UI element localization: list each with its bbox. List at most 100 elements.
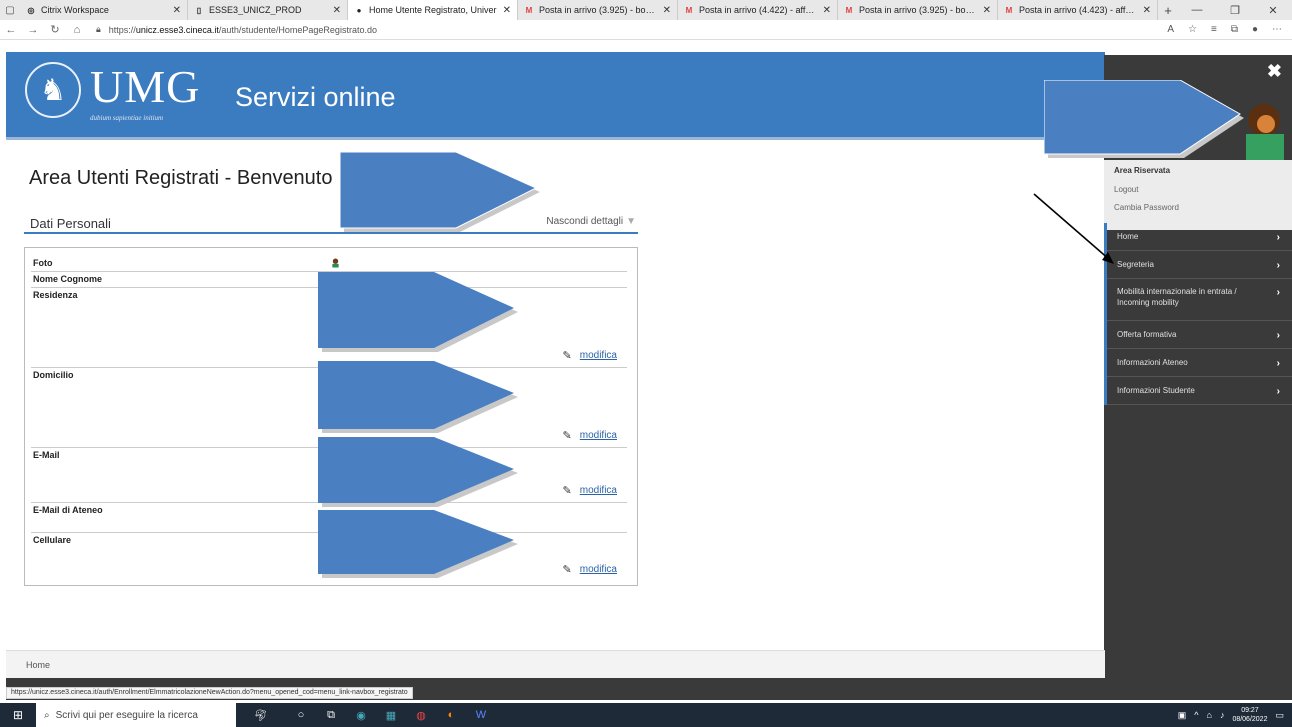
- search-highlight-icon[interactable]: 🐬︎: [236, 709, 286, 722]
- new-tab-icon[interactable]: +: [1158, 0, 1178, 20]
- network-icon[interactable]: ⌂: [1207, 710, 1212, 720]
- close-icon[interactable]: ✕: [663, 5, 671, 16]
- side-menu-list: Home › Segreteria › Mobilità internazional…: [1104, 223, 1292, 405]
- browser-tab[interactable]: M Posta in arrivo (3.925) - borelli ✕: [838, 0, 998, 20]
- toggle-details-button[interactable]: Nascondi dettagli ▼: [546, 216, 636, 227]
- tray-app-icon[interactable]: ▣: [1178, 710, 1187, 721]
- url-field[interactable]: 🔒︎ https://unicz.esse3.cineca.it/auth/st…: [96, 24, 377, 35]
- windows-taskbar: ⊞ ⌕ Scrivi qui per eseguire la ricerca 🐬…: [0, 703, 1292, 727]
- firefox-icon[interactable]: ◐: [436, 709, 466, 721]
- close-window-icon[interactable]: ✕: [1254, 0, 1292, 20]
- browser-tab[interactable]: ▯ ESSE3_UNICZ_PROD ✕: [188, 0, 348, 20]
- more-icon[interactable]: ⋯: [1272, 24, 1282, 35]
- menu-item-home[interactable]: Home ›: [1107, 223, 1292, 251]
- user-avatar-icon[interactable]: [1238, 100, 1292, 160]
- browser-toolbar: A ☆ ≡ ⧉ ● ⋯: [1167, 24, 1292, 35]
- minimize-icon[interactable]: —: [1178, 0, 1216, 20]
- edit-cellulare-link[interactable]: ✎ modifica: [563, 563, 617, 576]
- browser-tab[interactable]: M Posta in arrivo (3.925) - borelli ✕: [518, 0, 678, 20]
- word-icon[interactable]: W: [466, 709, 496, 721]
- chevron-up-icon[interactable]: ^: [1194, 710, 1198, 720]
- menu-item-ateneo[interactable]: Informazioni Ateneo ›: [1107, 349, 1292, 377]
- forward-icon[interactable]: →: [22, 24, 44, 36]
- close-icon[interactable]: ✕: [333, 5, 341, 16]
- change-password-link[interactable]: Cambia Password: [1114, 203, 1179, 212]
- citrix-icon: ◎: [27, 5, 35, 15]
- restore-icon[interactable]: ❐: [1216, 0, 1254, 20]
- chevron-right-icon: ›: [1276, 358, 1280, 369]
- gmail-icon: M: [525, 5, 533, 15]
- tab-title: Posta in arrivo (3.925) - borelli: [539, 5, 657, 15]
- browser-tab[interactable]: M Posta in arrivo (4.422) - affarige ✕: [678, 0, 838, 20]
- redaction-arrow: [318, 510, 518, 578]
- volume-icon[interactable]: ♪: [1220, 710, 1225, 720]
- profile-icon[interactable]: ●: [1252, 24, 1258, 35]
- close-icon[interactable]: ✖: [1267, 61, 1282, 82]
- tab-title: Citrix Workspace: [41, 5, 109, 15]
- redaction-arrow: [340, 152, 540, 232]
- edit-domicilio-link[interactable]: ✎ modifica: [563, 429, 617, 442]
- edit-link-text[interactable]: modifica: [580, 430, 617, 441]
- tab-title: Posta in arrivo (3.925) - borelli: [859, 5, 977, 15]
- url-path: /auth/studente/HomePageRegistrato.do: [218, 24, 377, 35]
- tab-actions-icon[interactable]: ▢: [0, 0, 20, 20]
- logo-text[interactable]: UMG: [90, 60, 200, 113]
- menu-item-mobilita[interactable]: Mobilità internazionale in entrata / Inc…: [1107, 279, 1292, 321]
- logo-motto: dubium sapientiae initium: [90, 114, 164, 122]
- tab-title: Home Utente Registrato, Univer: [369, 5, 497, 15]
- close-icon[interactable]: ✕: [983, 5, 991, 16]
- row-label: Cellulare: [33, 535, 72, 545]
- taskbar-search-input[interactable]: ⌕ Scrivi qui per eseguire la ricerca: [36, 703, 236, 727]
- system-tray: ▣ ^ ⌂ ♪ 09:27 08/06/2022 ▭: [1178, 706, 1292, 724]
- collections-icon[interactable]: ⧉: [1231, 24, 1238, 35]
- reload-icon[interactable]: ↻: [44, 23, 66, 36]
- row-label: E-Mail: [33, 450, 60, 460]
- cortana-icon[interactable]: ○: [286, 709, 316, 721]
- close-icon[interactable]: ✕: [503, 5, 511, 16]
- university-seal-icon[interactable]: ♞: [25, 62, 81, 118]
- edit-link-text[interactable]: modifica: [580, 350, 617, 361]
- edit-icon: ✎: [562, 485, 572, 497]
- menu-item-segreteria[interactable]: Segreteria ›: [1107, 251, 1292, 279]
- edit-link-text[interactable]: modifica: [580, 564, 617, 575]
- task-view-icon[interactable]: ⧉: [316, 709, 346, 722]
- tab-title: ESSE3_UNICZ_PROD: [209, 5, 302, 15]
- gmail-icon: M: [845, 5, 853, 15]
- footer-breadcrumb[interactable]: Home: [26, 660, 50, 670]
- edit-icon: ✎: [562, 564, 572, 576]
- taskbar-clock[interactable]: 09:27 08/06/2022: [1232, 706, 1267, 724]
- close-icon[interactable]: ✕: [1143, 5, 1151, 16]
- data-row-foto: Foto: [31, 256, 627, 272]
- read-aloud-icon[interactable]: A: [1167, 24, 1174, 35]
- site-header: ♞ UMG dubium sapientiae initium Servizi …: [6, 52, 1105, 140]
- menu-item-label: Segreteria: [1117, 260, 1154, 269]
- url-prefix: https://: [108, 24, 136, 35]
- chrome-icon[interactable]: ◍: [406, 709, 436, 722]
- back-icon[interactable]: ←: [0, 24, 22, 36]
- browser-tab[interactable]: M Posta in arrivo (4.423) - affarige ✕: [998, 0, 1158, 20]
- clock-time: 09:27: [1241, 707, 1259, 714]
- menu-item-label: Mobilità internazionale in entrata / Inc…: [1117, 287, 1237, 307]
- browser-tab[interactable]: ◎ Citrix Workspace ✕: [20, 0, 188, 20]
- browser-tab-active[interactable]: ● Home Utente Registrato, Univer ✕: [348, 0, 518, 20]
- favorite-icon[interactable]: ☆: [1188, 24, 1197, 35]
- menu-item-offerta[interactable]: Offerta formativa ›: [1107, 321, 1292, 349]
- lock-icon: 🔒︎: [96, 24, 101, 34]
- edge-icon[interactable]: ◉: [346, 709, 376, 722]
- edit-email-link[interactable]: ✎ modifica: [563, 484, 617, 497]
- edit-link-text[interactable]: modifica: [580, 485, 617, 496]
- menu-item-label: Home: [1117, 232, 1139, 241]
- row-label: Nome Cognome: [33, 274, 103, 284]
- close-icon[interactable]: ✕: [823, 5, 831, 16]
- home-icon[interactable]: ⌂: [66, 24, 88, 36]
- url-host: unicz.esse3.cineca.it: [135, 24, 219, 35]
- close-icon[interactable]: ✕: [173, 5, 181, 16]
- menu-item-label: Offerta formativa: [1117, 330, 1177, 339]
- windows-start-icon[interactable]: ⊞: [0, 708, 36, 722]
- notifications-icon[interactable]: ▭: [1275, 710, 1284, 721]
- favorites-list-icon[interactable]: ≡: [1211, 24, 1217, 35]
- row-label: E-Mail di Ateneo: [33, 505, 103, 515]
- edit-residenza-link[interactable]: ✎ modifica: [563, 349, 617, 362]
- menu-item-studente[interactable]: Informazioni Studente ›: [1107, 377, 1292, 405]
- store-icon[interactable]: ▦: [376, 709, 406, 722]
